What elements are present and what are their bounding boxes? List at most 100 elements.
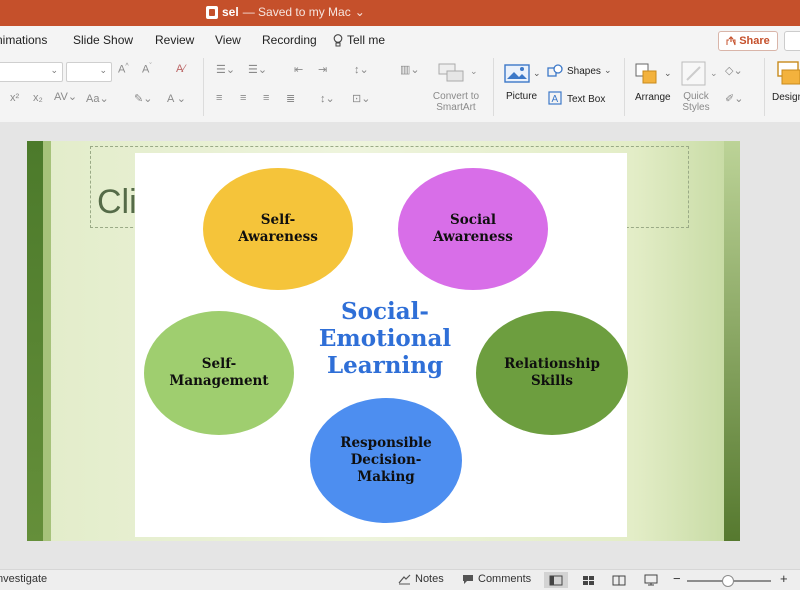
shape-outline-icon[interactable]: ✐⌄ (725, 92, 743, 105)
shapes-label[interactable]: Shapes (567, 66, 601, 77)
slideshow-icon (644, 574, 658, 586)
tab-review[interactable]: Review (155, 33, 194, 47)
ribbon-divider (493, 58, 494, 116)
smartart-icon[interactable] (437, 62, 467, 84)
title-placeholder-text: Cli (97, 183, 137, 221)
grid-icon (582, 575, 594, 585)
superscript-icon[interactable]: x² (10, 92, 19, 104)
quick-styles-icon[interactable] (681, 61, 707, 87)
slide[interactable]: Cli Self- Awareness Social Awareness Self-… (27, 141, 740, 541)
save-status: — Saved to my Mac (242, 5, 351, 19)
accessibility-status[interactable]: nvestigate (0, 573, 47, 585)
text-direction-icon[interactable]: ↕⌄ (320, 92, 335, 105)
arrange-label[interactable]: Arrange (635, 92, 671, 103)
slide-canvas: Cli Self- Awareness Social Awareness Self-… (0, 122, 800, 569)
zoom-slider-knob[interactable] (722, 575, 734, 587)
tab-slide-show[interactable]: Slide Show (73, 33, 133, 47)
share-label: Share (739, 35, 770, 47)
numbering-icon[interactable]: ☰⌄ (248, 63, 267, 76)
shape-fill-icon[interactable]: ◇⌄ (725, 64, 743, 77)
lightbulb-icon (333, 33, 343, 46)
title-bar: sel — Saved to my Mac ⌄ (0, 0, 800, 26)
tab-view[interactable]: View (215, 33, 241, 47)
center-title: Social- Emotional Learning (318, 298, 452, 379)
clear-format-icon[interactable]: A⁄ (176, 63, 185, 75)
change-case-icon[interactable]: Aa⌄ (86, 92, 109, 105)
comment-icon (463, 574, 473, 584)
home-ribbon: ⌄ ⌄ A^ Aˇ A⁄ x² x₂ AV⌄ Aa⌄ ✎⌄ A ⌄ ☰⌄ ☰⌄ … (0, 54, 800, 123)
design-label[interactable]: Design (772, 92, 800, 103)
align-left-icon[interactable]: ≡ (216, 92, 222, 104)
normal-view-button[interactable] (544, 572, 568, 588)
circle-self-management: Self- Management (144, 311, 294, 435)
powerpoint-icon (206, 5, 218, 19)
tab-recording[interactable]: Recording (262, 33, 317, 47)
ribbon-divider (624, 58, 625, 116)
tab-animations[interactable]: nimations (0, 33, 47, 47)
text-box-icon[interactable]: A (548, 91, 562, 105)
status-bar: nvestigate Notes Comments − + (0, 569, 800, 590)
notes-button[interactable]: Notes (398, 573, 444, 585)
decrease-indent-icon[interactable]: ⇤ (294, 63, 303, 76)
chevron-down-icon[interactable]: ⌄ (355, 5, 365, 19)
columns-icon[interactable]: ▥⌄ (400, 63, 420, 76)
normal-view-icon (549, 575, 563, 585)
quick-styles-label[interactable]: Quick Styles (677, 91, 715, 113)
comments-ribbon-button[interactable] (784, 31, 800, 51)
smartart-chevron-icon[interactable]: ⌄ (470, 66, 478, 77)
text-box-label[interactable]: Text Box (567, 94, 605, 105)
char-spacing-icon[interactable]: AV⌄ (54, 90, 77, 103)
sel-diagram-image[interactable]: Self- Awareness Social Awareness Self- Mana… (135, 153, 628, 537)
reading-view-button[interactable] (607, 572, 631, 588)
shapes-icon[interactable] (547, 64, 563, 78)
align-center-icon[interactable]: ≡ (240, 92, 246, 104)
comments-button[interactable]: Comments (462, 573, 531, 585)
circle-social-awareness: Social Awareness (398, 168, 548, 290)
tell-me-search[interactable]: Tell me (333, 33, 385, 47)
arrange-chevron-icon[interactable]: ⌄ (664, 68, 672, 79)
circle-relationship-skills: Relationship Skills (476, 311, 628, 435)
ribbon-divider (203, 58, 204, 116)
picture-icon[interactable] (504, 64, 532, 84)
zoom-out-button[interactable]: − (673, 571, 681, 586)
notes-icon (398, 574, 411, 584)
highlight-icon[interactable]: ✎⌄ (134, 92, 152, 105)
align-text-icon[interactable]: ⊡⌄ (352, 92, 370, 105)
bullets-icon[interactable]: ☰⌄ (216, 63, 235, 76)
arrange-icon[interactable] (634, 62, 660, 86)
font-color-icon[interactable]: A ⌄ (167, 92, 186, 105)
circle-responsible-decision-making: Responsible Decision- Making (310, 398, 462, 523)
comments-label: Comments (478, 573, 532, 585)
font-size-dropdown[interactable]: ⌄ (66, 62, 112, 82)
document-name: sel (222, 5, 239, 19)
slideshow-button[interactable] (639, 572, 663, 588)
quick-styles-chevron-icon[interactable]: ⌄ (710, 68, 718, 79)
picture-chevron-icon[interactable]: ⌄ (533, 68, 541, 79)
tell-me-label: Tell me (347, 33, 386, 47)
slide-left-accent-light (43, 141, 51, 541)
slide-left-accent (27, 141, 43, 541)
document-title: sel — Saved to my Mac ⌄ (206, 5, 365, 19)
share-button[interactable]: Share (718, 31, 778, 51)
zoom-in-button[interactable]: + (780, 571, 788, 586)
circle-self-awareness: Self- Awareness (203, 168, 353, 290)
shapes-chevron-icon[interactable]: ⌄ (604, 65, 612, 76)
justify-icon[interactable]: ≣ (286, 92, 295, 105)
slide-sorter-button[interactable] (576, 572, 600, 588)
book-icon (612, 575, 626, 585)
designer-icon[interactable] (776, 60, 800, 86)
slide-right-accent (724, 141, 740, 541)
line-spacing-icon[interactable]: ↕⌄ (354, 63, 369, 76)
picture-label[interactable]: Picture (506, 91, 537, 102)
convert-smartart-label[interactable]: Convert to SmartArt (426, 91, 486, 113)
align-right-icon[interactable]: ≡ (263, 92, 269, 104)
font-name-dropdown[interactable]: ⌄ (0, 62, 63, 82)
share-icon (726, 36, 736, 46)
ribbon-divider (764, 58, 765, 116)
decrease-font-icon[interactable]: Aˇ (142, 63, 152, 76)
notes-label: Notes (415, 573, 444, 585)
increase-font-icon[interactable]: A^ (118, 63, 129, 76)
increase-indent-icon[interactable]: ⇥ (318, 63, 327, 76)
ribbon-tabs: nimations Slide Show Review View Recordi… (0, 26, 800, 54)
subscript-icon[interactable]: x₂ (33, 92, 43, 104)
